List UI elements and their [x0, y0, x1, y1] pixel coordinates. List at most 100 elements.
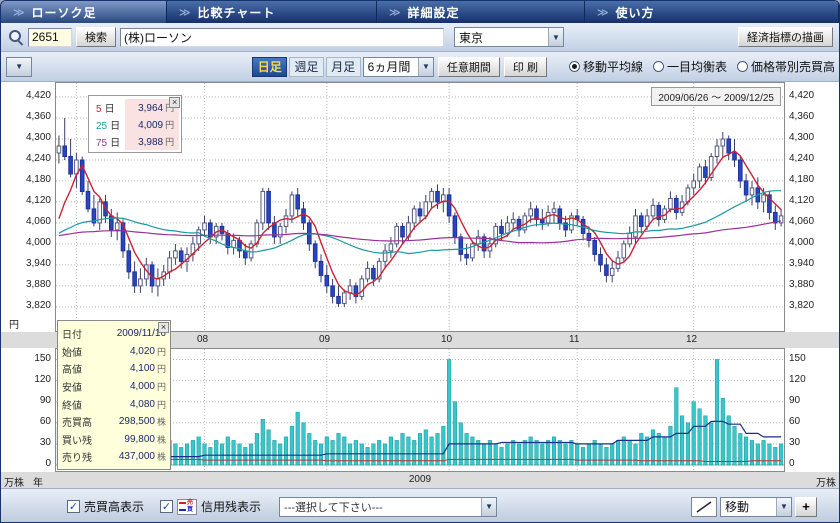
tab-candlestick[interactable]: ≫ ローソク足 [1, 1, 167, 23]
y-axis-label: 4,060 [26, 216, 51, 227]
volume-axis-right: 1501209060300 [785, 348, 839, 472]
x-axis-month-label: 09 [319, 334, 330, 345]
y-axis-label: 4,120 [26, 195, 51, 206]
y-axis-label: 150 [34, 353, 51, 364]
y-axis-label: 4,180 [26, 174, 51, 185]
ma-legend: × 5日 3,964円 25日 4,009円 75日 3,988円 [88, 95, 182, 153]
search-button[interactable]: 検索 [76, 27, 116, 47]
main-candlestick-chart[interactable]: 2009/06/26 ～ 2009/12/25 × 5日 3,964円 25日 … [55, 82, 785, 332]
y-axis-label: 4,360 [26, 111, 51, 122]
indicator-select[interactable]: ---選択して下さい--- ▼ [279, 497, 497, 517]
y-axis-label: 4,060 [789, 216, 814, 227]
y-axis-label: 4,360 [789, 111, 814, 122]
close-icon[interactable]: × [169, 97, 180, 108]
economic-indicator-button[interactable]: 経済指標の描画 [738, 27, 833, 47]
ma-legend-row: 25日 4,009円 [91, 116, 179, 133]
volume-axis-left: 150 120 90 60 30 0 [1, 348, 55, 472]
tooltip-row: 買い残99,800株 [62, 431, 166, 449]
radio-dot-icon [737, 61, 748, 72]
radio-dot-icon [653, 61, 664, 72]
tooltip-row: 売り残437,000株 [62, 448, 166, 466]
close-icon[interactable]: × [158, 322, 169, 333]
y-axis-label: 30 [40, 437, 51, 448]
ma-legend-row: 75日 3,988円 [91, 133, 179, 150]
ma-period: 25 [96, 121, 107, 132]
ma-period: 5 [96, 104, 102, 115]
y-axis-label: 60 [40, 416, 51, 427]
y-axis-label: 0 [45, 458, 51, 469]
ma-value: 3,988 [138, 137, 163, 148]
checkbox-label: 信用残表示 [201, 498, 261, 515]
period-daily-button[interactable]: 日足 [252, 57, 287, 77]
tooltip-row: 高値4,100円 [62, 360, 166, 378]
add-button[interactable]: + [795, 497, 817, 517]
diagonal-line-icon [696, 501, 712, 513]
year-label: 年 [33, 474, 43, 489]
y-axis-label: 4,240 [789, 153, 814, 164]
chevron-down-icon: ▼ [548, 28, 563, 46]
move-mode-select[interactable]: 移動 ▼ [720, 497, 792, 517]
custom-period-button[interactable]: 任意期間 [438, 57, 500, 77]
radio-label: 移動平均線 [583, 58, 643, 75]
chevron-down-icon: ▼ [418, 58, 433, 76]
ma-unit: 日 [110, 121, 120, 132]
radio-moving-average[interactable]: 移動平均線 [569, 58, 643, 75]
tab-comparison-chart[interactable]: ≫ 比較チャート [167, 1, 377, 23]
ma-unit: 日 [105, 104, 115, 115]
x-axis-month-label: 08 [197, 334, 208, 345]
y-axis-label: 3,820 [26, 300, 51, 311]
ma-period: 75 [96, 138, 107, 149]
volume-unit-label: 万株 [4, 474, 24, 489]
y-axis-label: 3,820 [789, 300, 814, 311]
trendline-tool-button[interactable] [691, 497, 717, 517]
margin-balance-checkbox[interactable]: ✓ 売 買 信用残表示 [160, 498, 261, 515]
chevron-down-icon: ▼ [7, 58, 31, 76]
period-toolbar: ▼ 日足 週足 月足 6ヵ月間 ▼ 任意期間 印 刷 移動平均線 一目均衡表 価… [1, 52, 839, 82]
y-axis-label: 3,880 [26, 279, 51, 290]
margin-legend-icon: 売 買 [177, 499, 197, 515]
x-axis-month-label: 10 [441, 334, 452, 345]
y-axis-label: 0 [789, 458, 795, 469]
chevrons-icon: ≫ [597, 6, 610, 19]
radio-volume-by-price[interactable]: 価格帯別売買高 [737, 58, 835, 75]
y-axis-label: 90 [789, 395, 800, 406]
bottom-toolbar: ✓ 売買高表示 ✓ 売 買 信用残表示 ---選択して下さい--- ▼ 移動 ▼… [1, 488, 839, 523]
y-axis-label: 4,180 [789, 174, 814, 185]
chart-area: 4,420 4,360 4,300 4,240 4,180 4,120 4,060 4,000… [1, 82, 839, 488]
y-axis-label: 120 [34, 374, 51, 385]
exchange-select[interactable]: 東京 ▼ [454, 27, 564, 47]
y-axis-label: 120 [789, 374, 806, 385]
y-axis-label: 4,300 [26, 132, 51, 143]
drawing-tools: 移動 ▼ + [691, 497, 817, 517]
period-weekly-button[interactable]: 週足 [289, 57, 324, 77]
stock-code-input[interactable] [28, 28, 72, 47]
ma-legend-row: 5日 3,964円 [91, 99, 179, 116]
radio-ichimoku[interactable]: 一目均衡表 [653, 58, 727, 75]
tab-label: 詳細設定 [408, 4, 460, 21]
period-monthly-button[interactable]: 月足 [326, 57, 361, 77]
y-axis-label: 4,240 [26, 153, 51, 164]
ma-value: 3,964 [138, 103, 163, 114]
tab-detail-settings[interactable]: ≫ 詳細設定 [377, 1, 585, 23]
y-axis-label: 4,120 [789, 195, 814, 206]
y-axis-label: 3,940 [26, 258, 51, 269]
ma-unit: 日 [110, 138, 120, 149]
stock-name-input[interactable] [120, 28, 444, 47]
tab-label: ローソク足 [32, 4, 97, 21]
range-select[interactable]: 6ヵ月間 ▼ [363, 57, 434, 77]
volume-display-checkbox[interactable]: ✓ 売買高表示 [67, 498, 144, 515]
print-button[interactable]: 印 刷 [504, 57, 547, 77]
y-axis-label: 4,000 [789, 237, 814, 248]
move-mode-value: 移動 [721, 498, 776, 515]
chevron-down-icon: ▼ [776, 498, 791, 516]
chevrons-icon: ≫ [389, 6, 402, 19]
y-axis-label: 150 [789, 353, 806, 364]
y-axis-label: 4,420 [26, 90, 51, 101]
volume-unit-label: 万株 [816, 474, 836, 489]
y-axis-label: 90 [40, 395, 51, 406]
tab-how-to-use[interactable]: ≫ 使い方 [585, 1, 839, 23]
left-dropdown[interactable]: ▼ [6, 57, 32, 77]
checkbox-label: 売買高表示 [84, 498, 144, 515]
chart-window: ≫ ローソク足 ≫ 比較チャート ≫ 詳細設定 ≫ 使い方 検索 東京 ▼ 経済… [0, 0, 840, 523]
tooltip-row: 売買高298,500株 [62, 413, 166, 431]
